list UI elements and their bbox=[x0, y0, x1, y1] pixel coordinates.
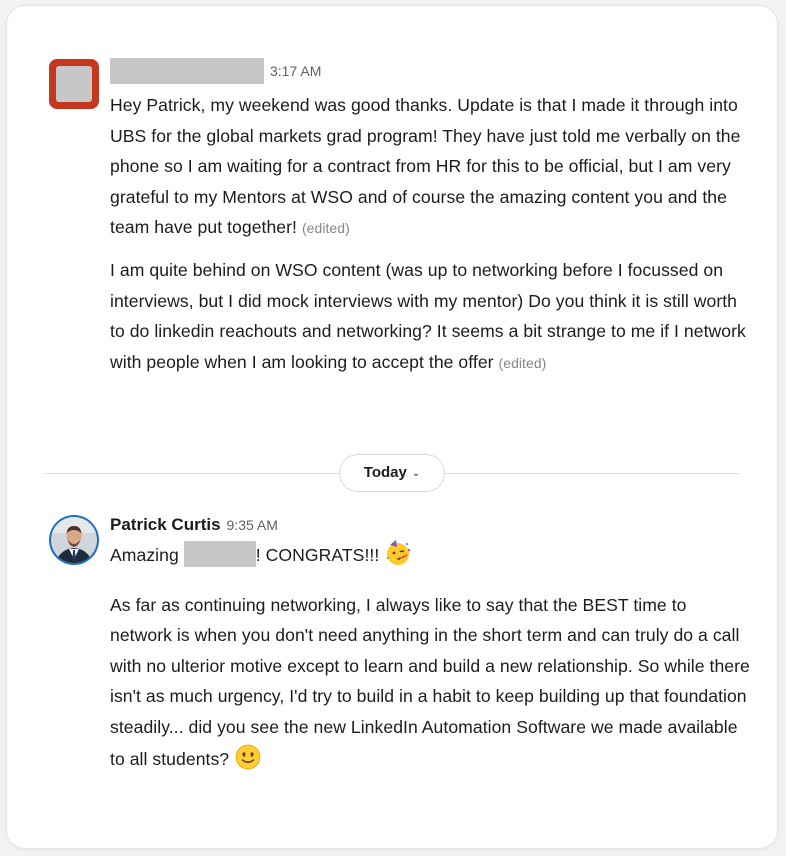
slightly-smiling-face-icon[interactable] bbox=[234, 743, 262, 781]
edited-label: (edited) bbox=[498, 354, 547, 371]
partying-face-icon[interactable] bbox=[384, 539, 412, 577]
avatar[interactable] bbox=[49, 59, 99, 109]
message-body: I am quite behind on WSO content (was up… bbox=[110, 259, 746, 372]
message-timestamp[interactable]: 9:35 AM bbox=[227, 517, 278, 533]
redacted-name bbox=[183, 541, 256, 567]
avatar-photo-image bbox=[49, 515, 99, 565]
message-2: Patrick Curtis 9:35 AM Amazing ! CONGRATS… bbox=[110, 513, 750, 780]
message-body: ! CONGRATS!!! bbox=[255, 545, 380, 565]
day-divider-label: Today bbox=[363, 464, 407, 481]
message-text: I am quite behind on WSO content (was up… bbox=[110, 255, 750, 378]
message-text: Amazing ! CONGRATS!!! bbox=[110, 539, 750, 577]
message-text: Hey Patrick, my weekend was good thanks.… bbox=[110, 90, 750, 244]
chevron-down-icon: ⌄ bbox=[411, 468, 421, 479]
message-text: As far as continuing networking, I alway… bbox=[110, 590, 750, 781]
message-1: 3:17 AM Hey Patrick, my weekend was good… bbox=[110, 58, 750, 378]
avatar[interactable] bbox=[49, 515, 99, 565]
message-panel: 3:17 AM Hey Patrick, my weekend was good… bbox=[7, 6, 777, 848]
avatar-placeholder bbox=[56, 66, 92, 102]
message-header: Patrick Curtis 9:35 AM bbox=[110, 513, 750, 537]
day-divider-button[interactable]: Today ⌄ bbox=[339, 454, 445, 492]
edited-label: (edited) bbox=[301, 220, 350, 237]
message-body: Amazing bbox=[110, 545, 179, 565]
sender-name[interactable]: Patrick Curtis bbox=[110, 515, 221, 534]
message-body: Hey Patrick, my weekend was good thanks.… bbox=[110, 95, 741, 238]
message-body: As far as continuing networking, I alway… bbox=[110, 594, 750, 769]
redacted-sender-name[interactable] bbox=[110, 58, 264, 84]
message-timestamp[interactable]: 3:17 AM bbox=[270, 63, 321, 79]
message-header: 3:17 AM bbox=[110, 58, 750, 84]
